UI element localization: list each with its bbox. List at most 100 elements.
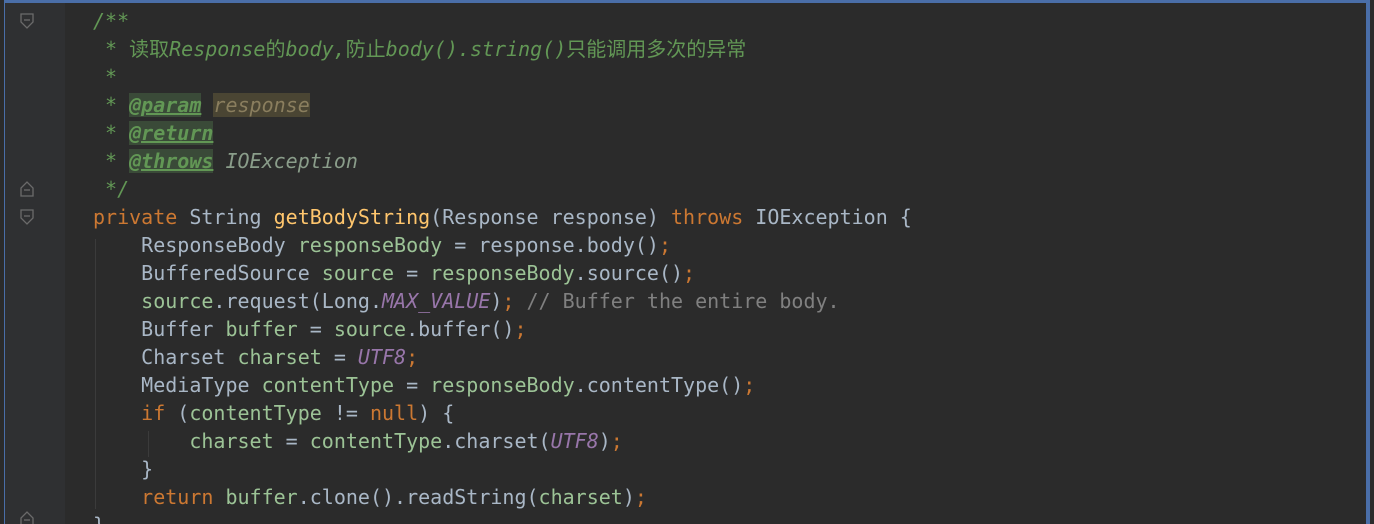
code-line[interactable]: private String getBodyString(Response re… [93, 203, 1366, 231]
code-line[interactable]: * [93, 63, 1366, 91]
code-token: if [93, 401, 178, 425]
code-token: charset [538, 485, 623, 509]
code-token: ( [177, 401, 190, 425]
code-line[interactable]: BufferedSource source = responseBody.sou… [93, 259, 1366, 287]
code-token: ; [634, 485, 647, 509]
code-token: return [93, 485, 226, 509]
code-line[interactable]: if (contentType != null) { [93, 399, 1366, 427]
code-token: buffer [225, 317, 298, 341]
code-token: .charset( [442, 429, 551, 453]
code-token: String [189, 205, 274, 229]
code-token: ) [622, 485, 635, 509]
code-token: ; [406, 345, 419, 369]
code-token: .source() [574, 261, 684, 285]
code-token: */ [93, 177, 130, 201]
code-token: response [213, 93, 310, 117]
code-token: * [93, 65, 118, 89]
code-line[interactable]: return buffer.clone().readString(charset… [93, 483, 1366, 511]
code-token: MAX_VALUE [382, 289, 491, 313]
code-token: 只能调用多次的异常 [566, 37, 747, 61]
code-token: private [93, 205, 190, 229]
code-token: contentType [261, 373, 395, 397]
code-line[interactable]: charset = contentType.charset(UTF8); [93, 427, 1366, 455]
code-token: @param [129, 93, 202, 117]
code-token: = [273, 429, 310, 453]
code-token: } [93, 457, 154, 481]
code-line[interactable]: } [93, 455, 1366, 483]
code-token: .clone().readString( [297, 485, 539, 509]
code-token: ; [683, 261, 696, 285]
code-line[interactable]: MediaType contentType = responseBody.con… [93, 371, 1366, 399]
code-token: ; [502, 289, 527, 313]
code-token: ) [598, 429, 611, 453]
code-token: * [93, 149, 130, 173]
code-token: // Buffer the entire body. [526, 289, 840, 313]
code-token: * [93, 121, 130, 145]
code-token: ; [743, 373, 756, 397]
code-token: getBodyString [273, 205, 431, 229]
code-token: source [333, 317, 407, 341]
code-line[interactable]: } [93, 511, 1366, 524]
code-token: responseBody [297, 233, 443, 257]
code-token: .request(Long. [213, 289, 382, 313]
code-token: .contentType() [574, 373, 744, 397]
fold-close-icon[interactable] [19, 181, 35, 197]
fold-close-icon[interactable] [19, 511, 35, 524]
code-token: * [93, 93, 130, 117]
code-line[interactable]: * 读取Response的body,防止body().string()只能调用多… [93, 35, 1366, 63]
code-line[interactable]: ResponseBody responseBody = response.bod… [93, 231, 1366, 259]
code-token: (Response response) [430, 205, 671, 229]
code-line[interactable]: * @param response [93, 91, 1366, 119]
code-token: body, [285, 37, 346, 61]
code-token: ResponseBody [93, 233, 298, 257]
code-line[interactable]: /** [93, 7, 1366, 35]
code-token: Response [169, 37, 266, 61]
fold-open-icon[interactable] [19, 209, 35, 225]
code-token: /** [93, 9, 130, 33]
code-token: charset [237, 345, 322, 369]
code-token: throws [671, 205, 756, 229]
code-token: = [297, 317, 334, 341]
code-token: Buffer [93, 317, 226, 341]
code-token: ; [610, 429, 623, 453]
editor-frame: /** * 读取Response的body,防止body().string()只… [4, 0, 1370, 524]
code-token: contentType [309, 429, 443, 453]
code-token: != [321, 401, 370, 425]
code-token: Charset [93, 345, 238, 369]
code-token: ) [490, 289, 503, 313]
code-token: 读取 [129, 37, 170, 61]
code-token: null [369, 401, 419, 425]
code-line[interactable]: Buffer buffer = source.buffer(); [93, 315, 1366, 343]
code-token: ; [658, 233, 671, 257]
code-token: = response.body() [442, 233, 659, 257]
code-token: = [394, 261, 431, 285]
code-line[interactable]: source.request(Long.MAX_VALUE); // Buffe… [93, 287, 1366, 315]
code-token: BufferedSource [93, 261, 322, 285]
code-token: responseBody [430, 261, 575, 285]
code-area[interactable]: /** * 读取Response的body,防止body().string()只… [93, 7, 1366, 524]
code-line[interactable]: */ [93, 175, 1366, 203]
code-token: @return [129, 121, 214, 145]
code-token: UTF8 [357, 345, 407, 369]
code-token: source [93, 289, 214, 313]
code-line[interactable]: * @throws IOException [93, 147, 1366, 175]
code-token: * [93, 37, 130, 61]
code-token: ; [514, 317, 527, 341]
code-line[interactable]: Charset charset = UTF8; [93, 343, 1366, 371]
editor-gutter [5, 3, 65, 524]
code-token: 的 [265, 37, 286, 61]
code-token: body().string() [385, 37, 567, 61]
code-token: IOException [225, 149, 358, 173]
code-token: @throws [129, 149, 214, 173]
fold-open-icon[interactable] [19, 13, 35, 29]
code-token: } [93, 513, 105, 524]
code-line[interactable]: * @return [93, 119, 1366, 147]
code-token: = [321, 345, 358, 369]
code-token: responseBody [430, 373, 575, 397]
code-token: source [321, 261, 395, 285]
code-token: contentType [189, 401, 322, 425]
code-token: buffer [225, 485, 298, 509]
code-token: MediaType [93, 373, 262, 397]
